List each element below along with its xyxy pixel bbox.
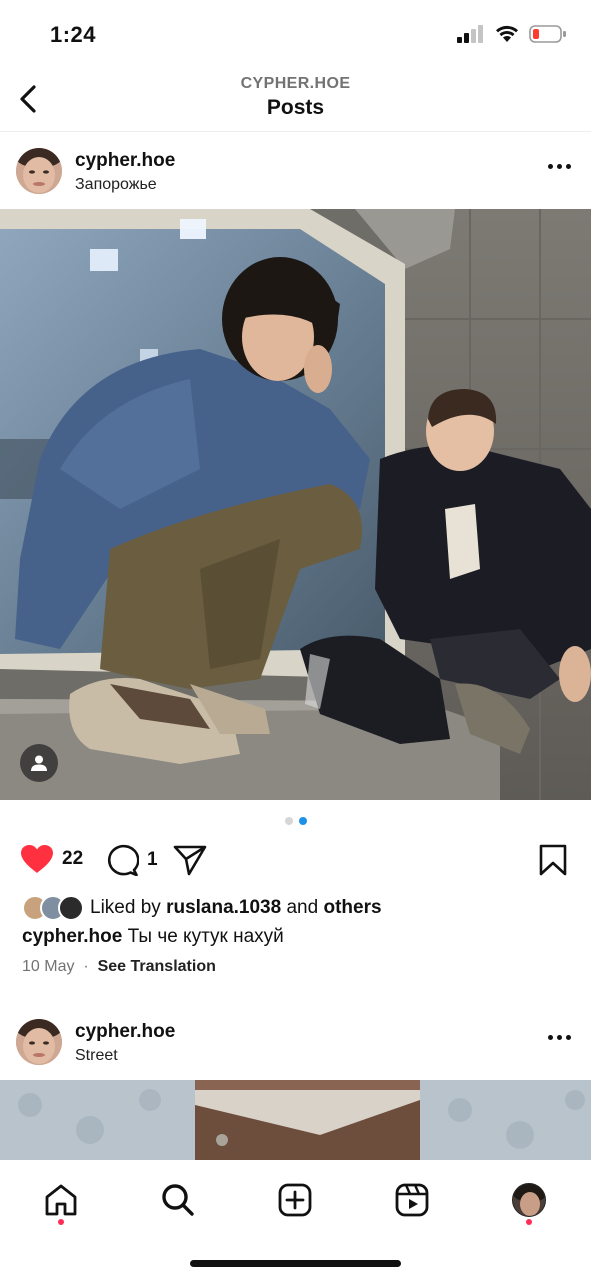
liked-by[interactable]: Liked by ruslana.1038 and others bbox=[22, 895, 382, 921]
battery-icon bbox=[529, 25, 566, 43]
post-actions: 22 1 bbox=[0, 840, 591, 884]
home-indicator bbox=[190, 1260, 401, 1267]
save-button[interactable] bbox=[539, 844, 567, 876]
heart-filled-icon bbox=[21, 845, 53, 873]
profile-notification-dot bbox=[526, 1219, 532, 1225]
post-author-username[interactable]: cypher.hoe bbox=[75, 1021, 175, 1043]
post-author-username[interactable]: cypher.hoe bbox=[75, 150, 175, 172]
person-icon bbox=[31, 755, 47, 771]
tagged-people-button[interactable] bbox=[20, 744, 58, 782]
post-location[interactable]: Street bbox=[75, 1047, 118, 1065]
meta-separator: · bbox=[78, 958, 94, 975]
post-date: 10 May bbox=[22, 958, 75, 975]
home-icon bbox=[45, 1184, 77, 1216]
more-options-icon[interactable] bbox=[548, 164, 571, 169]
caption-username[interactable]: cypher.hoe bbox=[22, 926, 122, 947]
reels-icon bbox=[395, 1183, 429, 1217]
post-location[interactable]: Запорожье bbox=[75, 176, 157, 194]
liked-by-avatars bbox=[22, 895, 84, 921]
search-icon bbox=[162, 1184, 194, 1216]
status-icons bbox=[457, 24, 567, 44]
caption-text: Ты че кутук нахуй bbox=[127, 926, 284, 947]
post-author-avatar[interactable] bbox=[16, 1019, 62, 1065]
post-photo[interactable] bbox=[0, 209, 591, 800]
tab-profile[interactable] bbox=[509, 1180, 549, 1220]
liked-by-prefix: Liked by bbox=[90, 897, 161, 918]
carousel-dot-active bbox=[298, 817, 307, 825]
wifi-icon bbox=[496, 25, 518, 42]
carousel-indicator bbox=[0, 817, 591, 825]
tab-search[interactable] bbox=[158, 1180, 198, 1220]
comment-button[interactable]: 1 bbox=[105, 844, 158, 876]
like-button[interactable]: 22 bbox=[20, 844, 83, 874]
bottom-tab-bar bbox=[0, 1160, 591, 1280]
page-title: Posts bbox=[266, 96, 325, 119]
post-caption: cypher.hoe Ты че кутук нахуй bbox=[22, 926, 284, 948]
tab-reels[interactable] bbox=[392, 1180, 432, 1220]
see-translation-link[interactable]: See Translation bbox=[98, 958, 216, 975]
status-time: 1:24 bbox=[50, 22, 97, 47]
tab-create[interactable] bbox=[275, 1180, 315, 1220]
home-notification-dot bbox=[58, 1219, 64, 1225]
profile-avatar bbox=[512, 1183, 546, 1217]
share-button[interactable] bbox=[173, 844, 207, 876]
post-meta: 10 May · See Translation bbox=[22, 958, 216, 976]
status-bar: 1:24 bbox=[0, 0, 591, 66]
comment-icon bbox=[107, 844, 139, 876]
more-options-icon[interactable] bbox=[548, 1035, 571, 1040]
liked-by-user[interactable]: ruslana.1038 bbox=[166, 897, 281, 919]
post-photo[interactable] bbox=[0, 1080, 591, 1170]
liked-by-others[interactable]: others bbox=[323, 897, 381, 919]
post-header: cypher.hoe Street bbox=[0, 1003, 591, 1079]
share-paper-plane-icon bbox=[173, 845, 207, 876]
bookmark-icon bbox=[539, 844, 567, 876]
tab-home[interactable] bbox=[41, 1180, 81, 1220]
like-count[interactable]: 22 bbox=[62, 848, 83, 870]
liker-avatar bbox=[58, 895, 84, 921]
comment-count[interactable]: 1 bbox=[147, 849, 158, 871]
liked-by-and: and bbox=[286, 897, 319, 918]
nav-header: CYPHER.HOE Posts bbox=[0, 66, 591, 132]
cellular-signal-icon bbox=[457, 25, 483, 43]
profile-username-subtitle: CYPHER.HOE bbox=[240, 75, 351, 92]
post-author-avatar[interactable] bbox=[16, 148, 62, 194]
carousel-dot bbox=[284, 817, 293, 825]
post-header: cypher.hoe Запорожье bbox=[0, 132, 591, 208]
create-plus-icon bbox=[278, 1183, 312, 1217]
